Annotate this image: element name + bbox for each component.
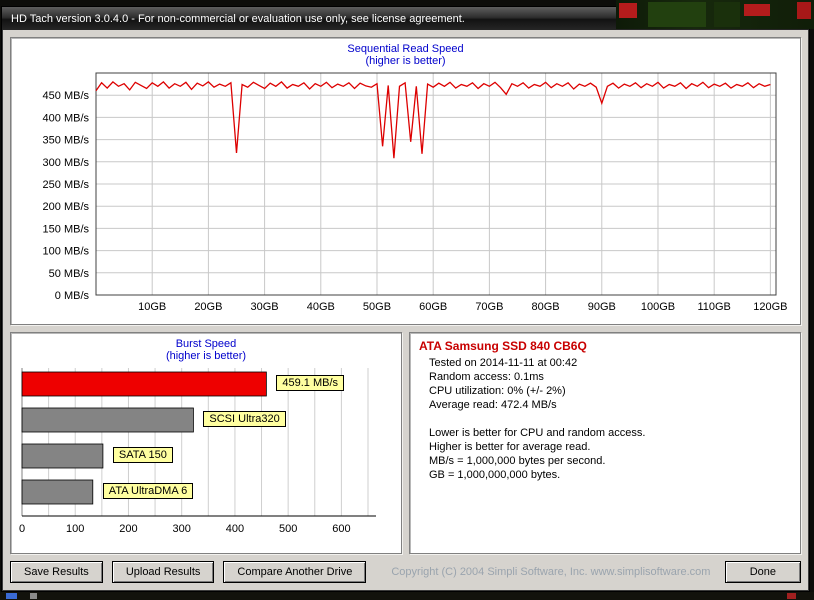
info-line: Lower is better for CPU and random acces… bbox=[429, 427, 646, 439]
bar-value-label: 459.1 MB/s bbox=[276, 375, 345, 391]
wallpaper-fragment bbox=[6, 593, 17, 599]
burst-speed-chart: 0 100 200 300 400 500 600 459.1 MB/s SCSI Ultra… bbox=[16, 366, 396, 546]
x-tick-label: 200 bbox=[119, 523, 137, 535]
sequential-read-chart: 0 MB/s 50 MB/s 100 MB/s 150 MB/s 200 MB/s 250… bbox=[42, 72, 787, 313]
desktop-wallpaper-bottom bbox=[0, 592, 814, 600]
x-tick-label: 60GB bbox=[419, 301, 447, 313]
x-tick-label: 70GB bbox=[475, 301, 503, 313]
x-tick-label: 500 bbox=[279, 523, 297, 535]
burst-speed-panel: Burst Speed (higher is better) 0 100 200 30… bbox=[10, 332, 402, 554]
y-tick-label: 0 MB/s bbox=[54, 290, 89, 302]
info-line: MB/s = 1,000,000 bytes per second. bbox=[429, 455, 606, 467]
x-tick-label: 300 bbox=[173, 523, 191, 535]
save-results-button[interactable]: Save Results bbox=[10, 561, 103, 583]
x-tick-label: 400 bbox=[226, 523, 244, 535]
y-tick-label: 300 MB/s bbox=[42, 157, 89, 169]
sequential-read-panel: Sequential Read Speed (higher is better)… bbox=[10, 37, 801, 325]
drive-info-panel: ATA Samsung SSD 840 CB6Q Tested on 2014-… bbox=[409, 332, 801, 554]
x-tick-label: 120GB bbox=[753, 301, 787, 313]
drive-name: ATA Samsung SSD 840 CB6Q bbox=[419, 339, 587, 353]
copyright-text: Copyright (C) 2004 Simpli Software, Inc.… bbox=[391, 566, 711, 578]
x-tick-label: 600 bbox=[332, 523, 350, 535]
y-tick-label: 50 MB/s bbox=[48, 268, 89, 280]
wallpaper-fragment bbox=[648, 2, 706, 27]
burst-bar bbox=[21, 371, 267, 397]
bar-value-label: SATA 150 bbox=[112, 447, 173, 463]
burst-bar bbox=[21, 443, 104, 469]
hdtach-window: HD Tach version 3.0.4.0 - For non-commer… bbox=[1, 6, 810, 592]
x-tick-label: 0 bbox=[19, 523, 25, 535]
wallpaper-fragment bbox=[619, 3, 637, 18]
y-tick-label: 400 MB/s bbox=[42, 112, 89, 124]
wallpaper-fragment bbox=[744, 4, 770, 16]
button-row: Save Results Upload Results Compare Anot… bbox=[10, 561, 801, 583]
x-tick-label: 30GB bbox=[250, 301, 278, 313]
y-tick-label: 350 MB/s bbox=[42, 135, 89, 147]
burst-speed-chart-svg: 0 100 200 300 400 500 600 bbox=[19, 368, 376, 535]
x-tick-label: 110GB bbox=[697, 301, 730, 313]
wallpaper-fragment bbox=[30, 593, 37, 599]
sequential-chart-title: Sequential Read Speed bbox=[347, 43, 464, 55]
y-tick-label: 150 MB/s bbox=[42, 223, 89, 235]
y-tick-label: 250 MB/s bbox=[42, 179, 89, 191]
desktop-wallpaper-top bbox=[616, 0, 814, 29]
x-tick-label: 100GB bbox=[640, 301, 674, 313]
x-tick-label: 90GB bbox=[587, 301, 615, 313]
info-line: Average read: 472.4 MB/s bbox=[429, 399, 557, 411]
upload-results-button[interactable]: Upload Results bbox=[111, 561, 215, 583]
y-tick-label: 450 MB/s bbox=[42, 90, 89, 102]
x-tick-label: 40GB bbox=[306, 301, 334, 313]
wallpaper-fragment bbox=[797, 2, 811, 19]
burst-chart-subtitle: (higher is better) bbox=[165, 350, 247, 362]
wallpaper-fragment bbox=[787, 593, 796, 599]
x-tick-label: 10GB bbox=[138, 301, 166, 313]
info-line bbox=[429, 412, 791, 426]
x-tick-label: 20GB bbox=[194, 301, 222, 313]
bar-value-label: ATA UltraDMA 6 bbox=[102, 483, 194, 499]
info-line: CPU utilization: 0% (+/- 2%) bbox=[429, 385, 566, 397]
drive-info-lines: Tested on 2014-11-11 at 00:42 Random acce… bbox=[419, 356, 791, 482]
sequential-chart-subtitle: (higher is better) bbox=[365, 55, 446, 67]
x-tick-label: 50GB bbox=[362, 301, 390, 313]
x-tick-label: 80GB bbox=[531, 301, 559, 313]
burst-chart-title: Burst Speed bbox=[175, 338, 237, 350]
burst-bar bbox=[21, 407, 194, 433]
bar-value-label: SCSI Ultra320 bbox=[203, 411, 286, 427]
info-line: Random access: 0.1ms bbox=[429, 371, 544, 383]
window-client-area: Sequential Read Speed (higher is better)… bbox=[3, 30, 808, 590]
burst-bar bbox=[21, 479, 94, 505]
wallpaper-fragment bbox=[714, 2, 740, 27]
x-tick-label: 100 bbox=[66, 523, 84, 535]
compare-another-drive-button[interactable]: Compare Another Drive bbox=[223, 561, 367, 583]
y-tick-label: 100 MB/s bbox=[42, 246, 89, 258]
window-title: HD Tach version 3.0.4.0 - For non-commer… bbox=[11, 12, 465, 25]
info-line: Tested on 2014-11-11 at 00:42 bbox=[429, 357, 578, 369]
info-line: Higher is better for average read. bbox=[429, 441, 591, 453]
y-tick-label: 200 MB/s bbox=[42, 201, 89, 213]
done-button[interactable]: Done bbox=[724, 561, 801, 583]
info-line: GB = 1,000,000,000 bytes. bbox=[429, 469, 561, 481]
